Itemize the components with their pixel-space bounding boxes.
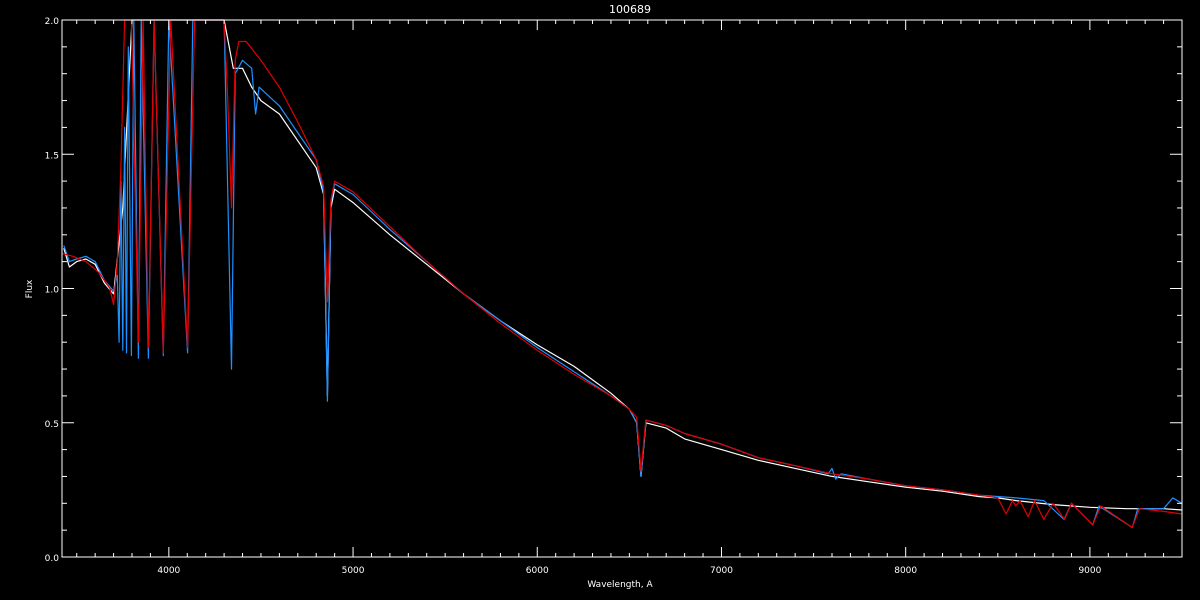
x-tick-label: 9000 xyxy=(1078,566,1101,576)
spectrum-chart: 4000 5000 6000 7000 8000 90000.00.51.01.52.0 … xyxy=(0,0,1200,600)
x-tick-label: 4000 xyxy=(157,566,180,576)
y-tick-label: 0.5 xyxy=(45,420,59,430)
y-tick-label: 2.0 xyxy=(45,17,60,27)
y-tick-label: 0.0 xyxy=(45,554,60,564)
y-tick-label: 1.5 xyxy=(45,151,59,161)
x-tick-label: 8000 xyxy=(894,566,917,576)
x-tick-label: 5000 xyxy=(342,566,365,576)
y-axis-label: Flux xyxy=(25,279,35,298)
x-tick-label: 6000 xyxy=(526,566,549,576)
chart-title: 100689 xyxy=(609,3,651,16)
x-tick-label: 7000 xyxy=(710,566,733,576)
y-tick-label: 1.0 xyxy=(45,286,60,296)
x-axis-label: Wavelength, A xyxy=(587,580,653,590)
chart-background xyxy=(0,0,1200,600)
